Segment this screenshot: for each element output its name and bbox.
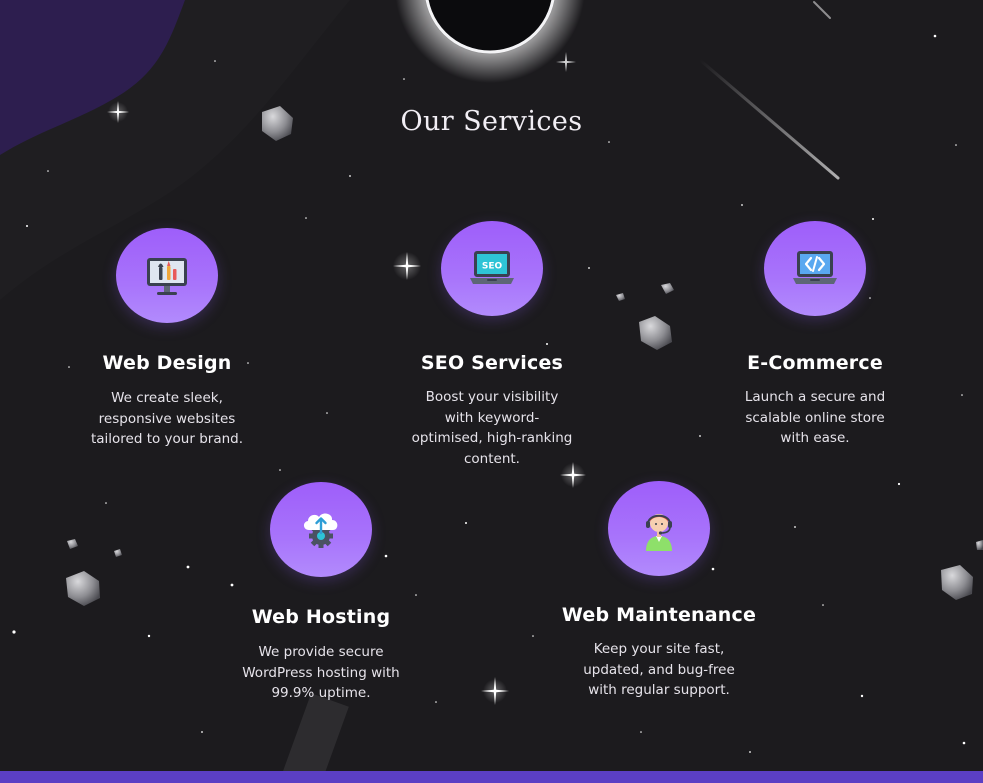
service-description-line: WordPress hosting with	[242, 664, 400, 681]
asteroid	[661, 283, 674, 294]
service-card-seo-services: SEO SEO Services Boost your visibility w…	[392, 221, 592, 469]
service-card-web-design: Web Design We create sleek, responsive w…	[67, 228, 267, 450]
service-description-line: with ease.	[780, 430, 850, 446]
asteroid	[67, 539, 78, 549]
service-card-web-hosting: Web Hosting We provide secure WordPress …	[221, 482, 421, 704]
support-agent-headset-icon	[646, 513, 672, 551]
asteroid	[941, 565, 973, 600]
seo-laptop-icon: SEO	[470, 250, 514, 284]
service-description-line: tailored to your brand.	[90, 431, 244, 447]
asteroid	[616, 293, 625, 301]
service-icon-circle	[270, 482, 372, 577]
service-card-web-maintenance: Web Maintenance Keep your site fast, upd…	[559, 481, 759, 701]
service-description-line: updated, and bug-free	[583, 661, 735, 678]
cloud-upload-gear-icon	[303, 512, 338, 548]
service-description-line: 99.9% uptime.	[271, 685, 371, 701]
asteroid	[114, 549, 122, 557]
service-description-line: with keyword-	[444, 409, 540, 426]
service-description-line: optimised, high-ranking	[411, 430, 573, 446]
service-title: E-Commerce	[747, 352, 883, 374]
sparkle	[481, 677, 509, 705]
service-description-line: responsive websites	[98, 410, 236, 427]
service-title: SEO Services	[420, 352, 564, 374]
service-description-line: content.	[464, 450, 520, 467]
sparkle	[556, 52, 576, 72]
service-description-line: scalable online store	[745, 409, 885, 426]
code-laptop-icon	[793, 250, 837, 284]
asteroid	[639, 316, 672, 350]
service-description-line: Keep your site fast,	[593, 641, 725, 657]
svg-text:SEO: SEO	[482, 261, 503, 271]
section-title: Our Services	[400, 106, 583, 137]
service-icon-circle	[764, 221, 866, 316]
service-description-line: Launch a secure and	[744, 389, 886, 405]
services-section: Our Services Web Design We create sleek,…	[0, 0, 983, 783]
service-description-line: with regular support.	[588, 682, 730, 698]
service-icon-circle: SEO	[441, 221, 543, 316]
service-title: Web Design	[102, 352, 232, 374]
footer-band	[0, 771, 983, 783]
comet-streak	[813, 1, 831, 19]
service-card-e-commerce: E-Commerce Launch a secure and scalable …	[715, 221, 915, 449]
monitor-paintbrush-icon	[147, 257, 187, 295]
service-description-line: We create sleek,	[111, 390, 223, 406]
service-title: Web Maintenance	[561, 604, 757, 626]
service-description-line: Boost your visibility	[425, 389, 559, 405]
service-icon-circle	[116, 228, 218, 323]
service-title: Web Hosting	[251, 606, 391, 628]
asteroid	[66, 571, 100, 606]
service-description-line: We provide secure	[258, 644, 384, 660]
asteroid	[976, 540, 983, 550]
service-icon-circle	[608, 481, 710, 576]
